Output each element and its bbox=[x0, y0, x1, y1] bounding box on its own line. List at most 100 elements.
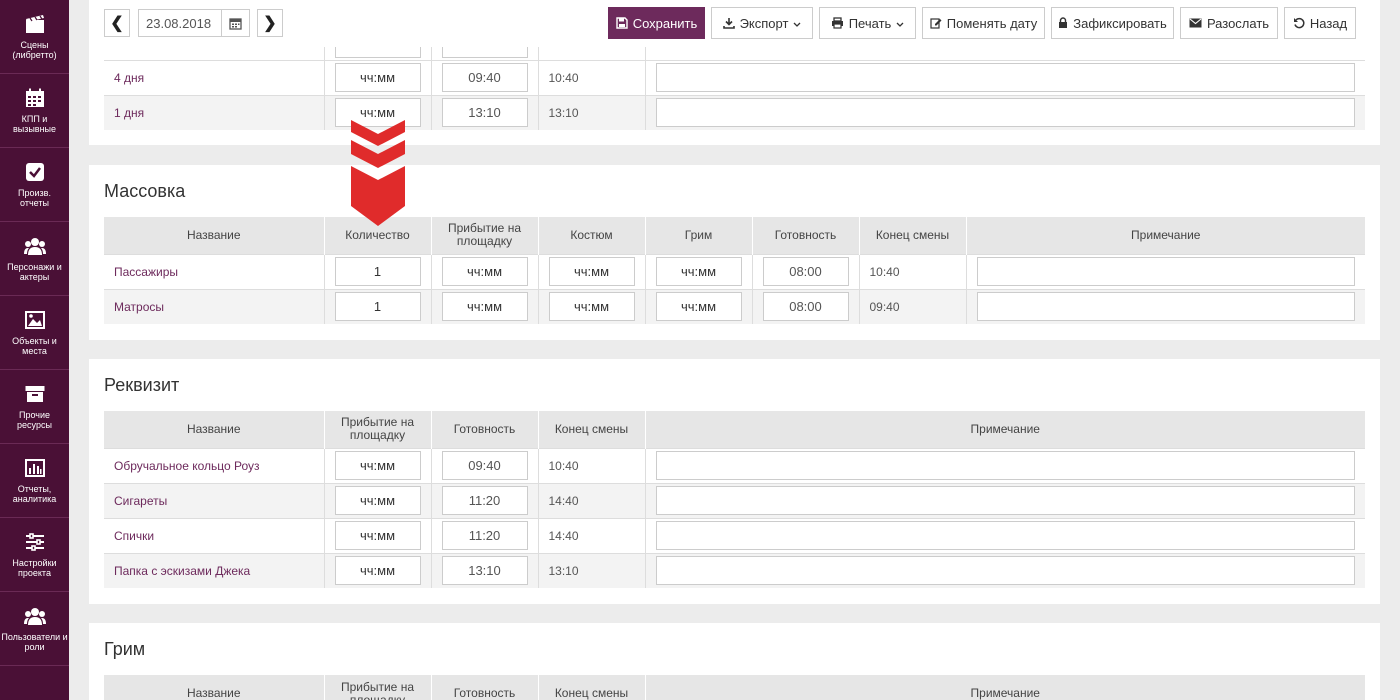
sidebar-item[interactable]: Сцены (либретто) bbox=[0, 0, 69, 74]
sidebar-item[interactable]: Отчеты, аналитика bbox=[0, 444, 69, 518]
note-input[interactable] bbox=[655, 556, 1355, 586]
sidebar-item[interactable]: Объекты и места bbox=[0, 296, 69, 370]
row-name: Спички bbox=[104, 517, 325, 553]
time-cell bbox=[752, 288, 860, 324]
time-input[interactable] bbox=[441, 521, 528, 550]
column-header: Примечание bbox=[966, 217, 1365, 254]
next-date-button[interactable]: ❯ bbox=[257, 9, 283, 37]
users-icon bbox=[23, 235, 46, 257]
time-input[interactable] bbox=[441, 556, 528, 586]
note-cell bbox=[966, 253, 1365, 289]
image-icon bbox=[24, 309, 46, 331]
table-row: 4 дня 10:40 bbox=[104, 59, 1365, 95]
print-button[interactable]: Печать bbox=[819, 7, 916, 39]
change-date-button[interactable]: Поменять дату bbox=[922, 7, 1045, 39]
save-button[interactable]: Сохранить bbox=[608, 7, 705, 39]
calendar-icon bbox=[24, 87, 46, 109]
prev-date-button[interactable]: ❮ bbox=[104, 9, 130, 37]
time-cell bbox=[324, 482, 432, 518]
note-input[interactable] bbox=[655, 451, 1355, 480]
time-input[interactable] bbox=[762, 292, 849, 322]
time-input[interactable] bbox=[334, 486, 421, 515]
date-picker[interactable] bbox=[138, 9, 250, 37]
time-cell bbox=[431, 482, 539, 518]
end-time: 10:40 bbox=[859, 253, 967, 289]
time-input[interactable] bbox=[441, 486, 528, 515]
bar-chart-icon bbox=[24, 457, 46, 479]
time-input[interactable] bbox=[334, 292, 421, 322]
extras-title: Массовка bbox=[104, 181, 186, 201]
row-name: Сигареты bbox=[104, 482, 325, 518]
sidebar-item[interactable]: КПП и вызывные bbox=[0, 74, 69, 148]
toolbar: ❮ ❯ Сохранить Экспорт Печать Поменять да… bbox=[89, 0, 1380, 47]
note-cell bbox=[966, 288, 1365, 324]
time-cell bbox=[431, 552, 539, 588]
time-input[interactable] bbox=[441, 98, 528, 128]
sidebar-item-label: Объекты и места bbox=[12, 336, 57, 356]
time-cell bbox=[324, 288, 432, 324]
sidebar-item[interactable]: Пользователи и роли bbox=[0, 592, 69, 666]
end-time: 13:10 bbox=[538, 552, 646, 588]
makeup-title: Грим bbox=[104, 639, 146, 659]
send-label: Разослать bbox=[1206, 15, 1270, 31]
sidebar: Сцены (либретто) КПП и вызывные Произв. от… bbox=[0, 0, 69, 700]
time-input[interactable] bbox=[334, 257, 421, 286]
time-input[interactable] bbox=[548, 292, 635, 322]
note-input[interactable] bbox=[976, 292, 1355, 322]
sidebar-item[interactable]: Прочие ресурсы bbox=[0, 370, 69, 444]
row-name: 1 дня bbox=[104, 94, 325, 130]
date-input[interactable] bbox=[139, 15, 219, 31]
time-input[interactable] bbox=[655, 292, 742, 322]
note-input[interactable] bbox=[976, 257, 1355, 286]
time-input[interactable] bbox=[762, 257, 849, 286]
row-name: 4 дня bbox=[104, 59, 325, 95]
users-icon bbox=[23, 605, 46, 627]
sliders-icon bbox=[24, 531, 46, 553]
time-input[interactable] bbox=[655, 257, 742, 286]
note-input[interactable] bbox=[655, 521, 1355, 550]
back-button[interactable]: Назад bbox=[1284, 7, 1356, 39]
sidebar-item[interactable]: Настройки проекта bbox=[0, 518, 69, 592]
extras-table: Название Количество Прибытие на площадку Ко… bbox=[104, 217, 1365, 324]
column-header: Грим bbox=[645, 217, 753, 254]
sidebar-item[interactable]: Персонажи и актеры bbox=[0, 222, 69, 296]
makeup-card: Грим Название Прибытие на площадку Готовно… bbox=[89, 623, 1380, 700]
time-input[interactable] bbox=[334, 63, 421, 92]
note-cell bbox=[645, 517, 1365, 553]
time-input[interactable] bbox=[334, 556, 421, 586]
column-header: Название bbox=[104, 411, 325, 448]
sidebar-item[interactable]: Произв. отчеты bbox=[0, 148, 69, 222]
archive-icon bbox=[24, 383, 46, 405]
end-time: 09:40 bbox=[859, 288, 967, 324]
time-input[interactable] bbox=[334, 521, 421, 550]
column-header: Название bbox=[104, 675, 325, 700]
download-icon bbox=[722, 17, 735, 29]
end-time: 10:40 bbox=[538, 447, 646, 483]
end-time: 13:10 bbox=[538, 94, 646, 130]
time-cell bbox=[538, 253, 646, 289]
column-header: Прибытие на площадку bbox=[431, 217, 539, 254]
sidebar-item-label: Произв. отчеты bbox=[18, 188, 51, 208]
time-input[interactable] bbox=[548, 257, 635, 286]
time-input[interactable] bbox=[441, 63, 528, 92]
props-table: Название Прибытие на площадку Готовность Ко… bbox=[104, 411, 1365, 588]
time-input[interactable] bbox=[441, 292, 528, 322]
annotation-arrow-icon bbox=[351, 120, 405, 226]
send-button[interactable]: Разослать bbox=[1180, 7, 1278, 39]
time-input[interactable] bbox=[441, 257, 528, 286]
column-header: Конец смены bbox=[538, 675, 646, 700]
row-name: Папка с эскизами Джека bbox=[104, 552, 325, 588]
time-cell bbox=[538, 288, 646, 324]
time-cell bbox=[645, 253, 753, 289]
note-cell bbox=[645, 447, 1365, 483]
note-input[interactable] bbox=[655, 63, 1355, 92]
export-button[interactable]: Экспорт bbox=[711, 7, 813, 39]
lock-button[interactable]: Зафиксировать bbox=[1051, 7, 1174, 39]
time-input[interactable] bbox=[334, 451, 421, 480]
note-input[interactable] bbox=[655, 486, 1355, 515]
time-input[interactable] bbox=[441, 451, 528, 480]
chevron-down-icon bbox=[793, 16, 801, 31]
note-input[interactable] bbox=[655, 98, 1355, 128]
table-row: Матросы 09:40 bbox=[104, 288, 1365, 324]
calendar-icon[interactable] bbox=[221, 10, 249, 36]
